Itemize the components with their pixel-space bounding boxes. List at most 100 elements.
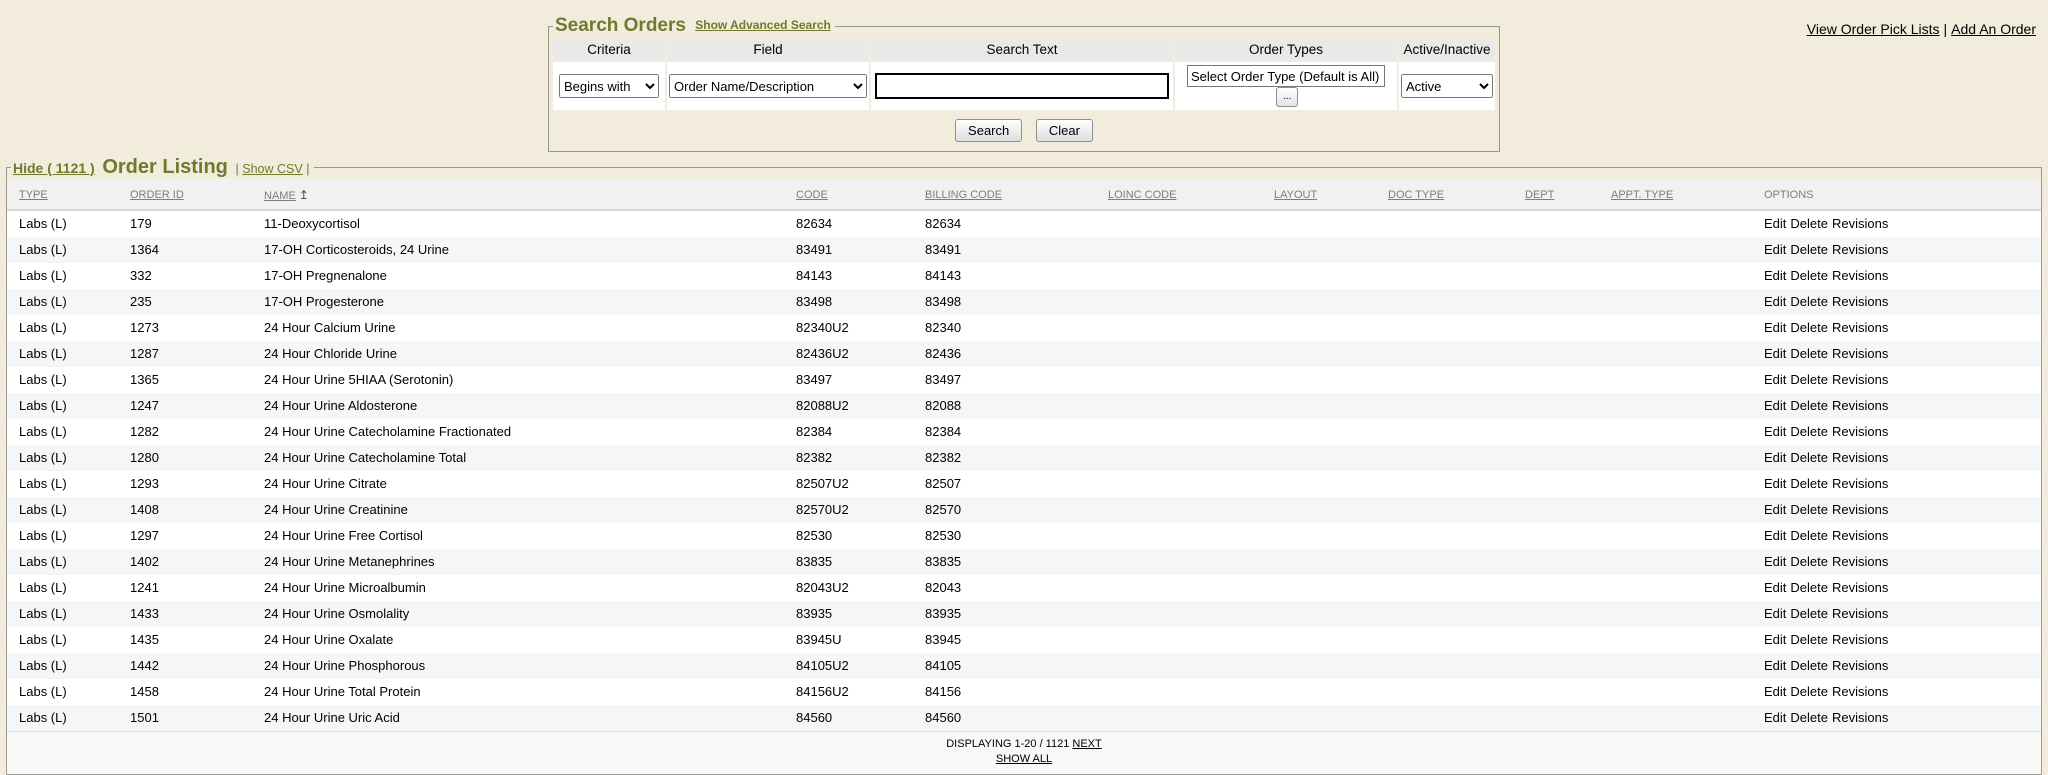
edit-link[interactable]: Edit [1764,606,1786,621]
revisions-link[interactable]: Revisions [1832,216,1888,231]
edit-link[interactable]: Edit [1764,424,1786,439]
edit-link[interactable]: Edit [1764,710,1786,725]
view-order-pick-lists-link[interactable]: View Order Pick Lists [1807,21,1940,37]
delete-link[interactable]: Delete [1790,528,1828,543]
edit-link[interactable]: Edit [1764,476,1786,491]
revisions-link[interactable]: Revisions [1832,398,1888,413]
search-button[interactable]: Search [955,119,1022,142]
clear-button[interactable]: Clear [1036,119,1093,142]
search-text-input[interactable] [875,73,1169,99]
order-id-cell: 1442 [126,653,260,679]
revisions-link[interactable]: Revisions [1832,320,1888,335]
appt-type-cell [1607,367,1760,393]
dept-cell [1521,315,1607,341]
billing-code-cell: 83935 [921,601,1104,627]
field-select[interactable]: Order Name/Description [669,74,867,98]
revisions-link[interactable]: Revisions [1832,502,1888,517]
hide-count-link[interactable]: Hide ( 1121 ) [13,160,95,176]
column-header-appt-type[interactable]: APPT. TYPE [1607,179,1760,210]
revisions-link[interactable]: Revisions [1832,710,1888,725]
revisions-link[interactable]: Revisions [1832,632,1888,647]
delete-link[interactable]: Delete [1790,710,1828,725]
revisions-link[interactable]: Revisions [1832,268,1888,283]
delete-link[interactable]: Delete [1790,320,1828,335]
code-cell: 82530 [792,523,921,549]
search-column-field: Field [667,39,869,60]
revisions-link[interactable]: Revisions [1832,450,1888,465]
column-header-billing-code[interactable]: BILLING CODE [921,179,1104,210]
criteria-select[interactable]: Begins with [559,74,659,98]
delete-link[interactable]: Delete [1790,606,1828,621]
column-header-order-id[interactable]: ORDER ID [126,179,260,210]
search-column-search-text: Search Text [871,39,1173,60]
edit-link[interactable]: Edit [1764,320,1786,335]
edit-link[interactable]: Edit [1764,216,1786,231]
search-orders-title: Search Orders [555,15,686,36]
active-inactive-select[interactable]: Active [1401,74,1493,98]
delete-link[interactable]: Delete [1790,580,1828,595]
billing-code-cell: 82634 [921,210,1104,237]
delete-link[interactable]: Delete [1790,398,1828,413]
revisions-link[interactable]: Revisions [1832,372,1888,387]
edit-link[interactable]: Edit [1764,268,1786,283]
show-advanced-search-link[interactable]: Show Advanced Search [695,18,831,32]
column-header-code[interactable]: CODE [792,179,921,210]
delete-link[interactable]: Delete [1790,554,1828,569]
add-an-order-link[interactable]: Add An Order [1951,21,2036,37]
delete-link[interactable]: Delete [1790,372,1828,387]
column-header-name[interactable]: NAME↥ [260,179,792,210]
order-type-input[interactable] [1187,65,1385,87]
delete-link[interactable]: Delete [1790,632,1828,647]
column-header-doc-type[interactable]: DOC TYPE [1384,179,1521,210]
revisions-link[interactable]: Revisions [1832,346,1888,361]
dept-cell [1521,289,1607,315]
delete-link[interactable]: Delete [1790,658,1828,673]
revisions-link[interactable]: Revisions [1832,684,1888,699]
delete-link[interactable]: Delete [1790,242,1828,257]
revisions-link[interactable]: Revisions [1832,606,1888,621]
edit-link[interactable]: Edit [1764,528,1786,543]
next-page-link[interactable]: NEXT [1072,738,1101,750]
column-header-type[interactable]: TYPE [7,179,126,210]
edit-link[interactable]: Edit [1764,580,1786,595]
edit-link[interactable]: Edit [1764,372,1786,387]
revisions-link[interactable]: Revisions [1832,580,1888,595]
revisions-link[interactable]: Revisions [1832,242,1888,257]
show-all-link[interactable]: SHOW ALL [996,753,1052,765]
edit-link[interactable]: Edit [1764,450,1786,465]
edit-link[interactable]: Edit [1764,242,1786,257]
revisions-link[interactable]: Revisions [1832,658,1888,673]
delete-link[interactable]: Delete [1790,450,1828,465]
edit-link[interactable]: Edit [1764,294,1786,309]
edit-link[interactable]: Edit [1764,554,1786,569]
revisions-link[interactable]: Revisions [1832,554,1888,569]
edit-link[interactable]: Edit [1764,658,1786,673]
dept-cell [1521,393,1607,419]
delete-link[interactable]: Delete [1790,476,1828,491]
delete-link[interactable]: Delete [1790,346,1828,361]
delete-link[interactable]: Delete [1790,502,1828,517]
order-id-cell: 1458 [126,679,260,705]
edit-link[interactable]: Edit [1764,684,1786,699]
revisions-link[interactable]: Revisions [1832,528,1888,543]
billing-code-cell: 82570 [921,497,1104,523]
column-header-layout[interactable]: LAYOUT [1270,179,1384,210]
column-header-dept[interactable]: DEPT [1521,179,1607,210]
show-csv-link[interactable]: Show CSV [242,162,302,176]
delete-link[interactable]: Delete [1790,684,1828,699]
revisions-link[interactable]: Revisions [1832,424,1888,439]
edit-link[interactable]: Edit [1764,502,1786,517]
revisions-link[interactable]: Revisions [1832,294,1888,309]
delete-link[interactable]: Delete [1790,424,1828,439]
delete-link[interactable]: Delete [1790,268,1828,283]
revisions-link[interactable]: Revisions [1832,476,1888,491]
delete-link[interactable]: Delete [1790,294,1828,309]
order-type-browse-button[interactable]: ... [1276,87,1298,107]
edit-link[interactable]: Edit [1764,632,1786,647]
delete-link[interactable]: Delete [1790,216,1828,231]
edit-link[interactable]: Edit [1764,346,1786,361]
column-header-loinc-code[interactable]: LOINC CODE [1104,179,1270,210]
edit-link[interactable]: Edit [1764,398,1786,413]
doc-type-cell [1384,497,1521,523]
code-cell: 82634 [792,210,921,237]
